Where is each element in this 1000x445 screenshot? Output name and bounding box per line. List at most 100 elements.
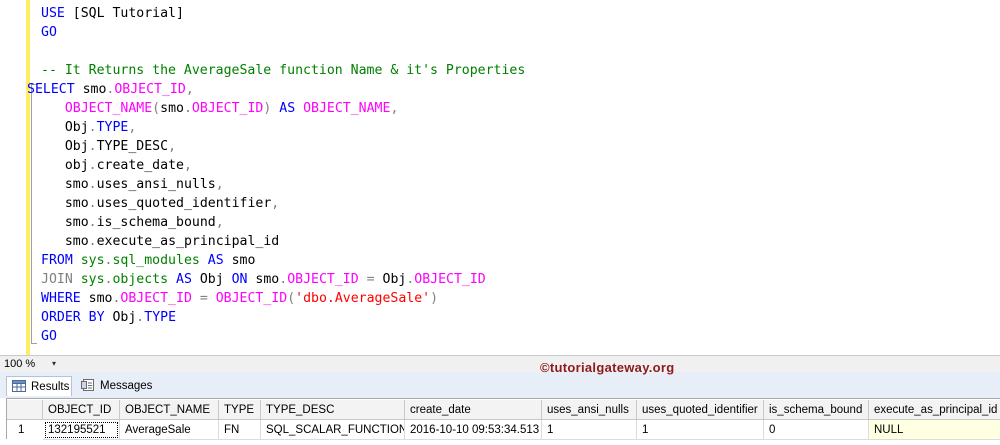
- results-tab-strip: Results Messages: [0, 372, 1000, 398]
- code-token: smo: [64, 234, 89, 249]
- code-token: Obj: [64, 120, 89, 135]
- code-line[interactable]: Obj.TYPE_DESC,: [41, 137, 176, 156]
- code-line[interactable]: USE [SQL Tutorial]: [41, 4, 184, 23]
- code-token: smo: [255, 272, 280, 287]
- column-header-object-id[interactable]: OBJECT_ID: [43, 400, 120, 420]
- table-cell[interactable]: 1: [637, 420, 764, 440]
- table-cell[interactable]: 0: [764, 420, 869, 440]
- table-cell[interactable]: 2016-10-10 09:53:34.513: [405, 420, 542, 440]
- code-token: WHERE: [41, 291, 89, 306]
- tab-results-label: Results: [31, 381, 70, 393]
- code-token: AS: [199, 253, 232, 268]
- row-number[interactable]: 1: [7, 420, 43, 440]
- code-token: sql_modules: [112, 253, 200, 268]
- code-token: (: [152, 101, 161, 116]
- code-line[interactable]: smo.uses_ansi_nulls,: [41, 175, 224, 194]
- code-line[interactable]: smo.is_schema_bound,: [41, 213, 224, 232]
- code-line[interactable]: ORDER BY Obj.TYPE: [41, 308, 176, 327]
- code-token: (: [287, 291, 296, 306]
- column-header-uses-quoted-identifier[interactable]: uses_quoted_identifier: [637, 400, 764, 420]
- code-line[interactable]: FROM sys.sql_modules AS smo: [41, 251, 255, 270]
- code-line[interactable]: obj.create_date,: [41, 156, 192, 175]
- code-token: ): [430, 291, 439, 306]
- code-line[interactable]: smo.execute_as_principal_id: [41, 232, 279, 251]
- code-token: smo: [74, 82, 107, 97]
- code-line[interactable]: JOIN sys.objects AS Obj ON smo.OBJECT_ID…: [41, 270, 486, 289]
- code-token: Obj: [382, 272, 407, 287]
- table-cell[interactable]: 132195521: [43, 420, 120, 440]
- code-line[interactable]: Obj.TYPE,: [41, 118, 137, 137]
- column-header-uses-ansi-nulls[interactable]: uses_ansi_nulls: [542, 400, 637, 420]
- code-token: OBJECT_ID: [215, 291, 288, 306]
- code-token: OBJECT_NAME: [64, 101, 153, 116]
- code-token: objects: [112, 272, 169, 287]
- code-token: ,: [390, 101, 399, 116]
- code-token: smo: [160, 101, 184, 116]
- code-token: ,: [185, 82, 194, 97]
- column-header-execute-as-principal-id[interactable]: execute_as_principal_id: [869, 400, 1000, 420]
- code-token: smo: [64, 196, 89, 211]
- code-token: 'dbo.AverageSale': [295, 291, 431, 306]
- chevron-down-icon[interactable]: ▾: [52, 356, 56, 371]
- code-token: ,: [183, 158, 192, 173]
- table-cell[interactable]: NULL: [869, 420, 1000, 440]
- code-line[interactable]: OBJECT_NAME(smo.OBJECT_ID) AS OBJECT_NAM…: [41, 99, 399, 118]
- code-token: =: [191, 291, 216, 306]
- tab-messages-label: Messages: [100, 380, 153, 392]
- code-token: SELECT: [27, 82, 75, 97]
- code-line[interactable]: GO: [41, 327, 57, 346]
- table-cell[interactable]: SQL_SCALAR_FUNCTION: [261, 420, 405, 440]
- code-token: uses_quoted_identifier: [96, 196, 272, 211]
- code-token: .: [88, 215, 97, 230]
- code-line[interactable]: SELECT smo.OBJECT_ID,: [27, 80, 194, 99]
- tab-results[interactable]: Results: [6, 376, 72, 396]
- column-header-create-date[interactable]: create_date: [405, 400, 542, 420]
- editor-margin: [0, 0, 26, 355]
- query-editor[interactable]: USE [SQL Tutorial] GO -- It Returns the Av…: [0, 0, 1000, 355]
- results-grid[interactable]: OBJECT_ID OBJECT_NAME TYPE TYPE_DESC create_…: [0, 398, 1000, 445]
- code-token: is_schema_bound: [96, 215, 216, 230]
- code-token: OBJECT_NAME: [303, 101, 391, 116]
- column-header-type[interactable]: TYPE: [219, 400, 261, 420]
- grid-corner[interactable]: [7, 400, 43, 420]
- tab-messages[interactable]: Messages: [76, 376, 156, 396]
- code-token: .: [88, 158, 97, 173]
- code-token: .: [279, 272, 288, 287]
- code-token: USE: [41, 6, 65, 21]
- zoom-bar: 100 % ▾: [0, 355, 1000, 372]
- code-line[interactable]: WHERE smo.OBJECT_ID = OBJECT_ID('dbo.Ave…: [41, 289, 438, 308]
- table-cell[interactable]: AverageSale: [120, 420, 219, 440]
- code-token: ,: [168, 139, 177, 154]
- code-line[interactable]: smo.uses_quoted_identifier,: [41, 194, 279, 213]
- code-token: AS: [168, 272, 200, 287]
- code-token: FROM: [41, 253, 81, 268]
- grid-icon: [12, 380, 26, 392]
- code-token: ,: [215, 215, 224, 230]
- code-token: OBJECT_ID: [414, 272, 486, 287]
- table-cell[interactable]: 1: [542, 420, 637, 440]
- column-header-is-schema-bound[interactable]: is_schema_bound: [764, 400, 869, 420]
- code-token: TYPE_DESC: [96, 139, 169, 154]
- code-line[interactable]: -- It Returns the AverageSale function N…: [41, 61, 525, 80]
- outline-collapse-bracket[interactable]: [31, 84, 37, 344]
- code-token: Obj: [112, 310, 137, 325]
- code-token: .: [88, 177, 97, 192]
- code-token: .: [88, 196, 97, 211]
- code-token: JOIN: [41, 272, 81, 287]
- column-header-type-desc[interactable]: TYPE_DESC: [261, 400, 405, 420]
- column-header-object-name[interactable]: OBJECT_NAME: [120, 400, 219, 420]
- code-line[interactable]: GO: [41, 23, 57, 42]
- code-token: TYPE: [144, 310, 177, 325]
- zoom-level-value: 100 %: [4, 358, 36, 370]
- code-token: -- It Returns the AverageSale function N…: [41, 63, 526, 78]
- table-cell[interactable]: FN: [219, 420, 261, 440]
- code-token: uses_ansi_nulls: [96, 177, 216, 192]
- code-token: sys: [80, 253, 105, 268]
- code-token: OBJECT_ID: [120, 291, 192, 306]
- code-token: Obj: [199, 272, 232, 287]
